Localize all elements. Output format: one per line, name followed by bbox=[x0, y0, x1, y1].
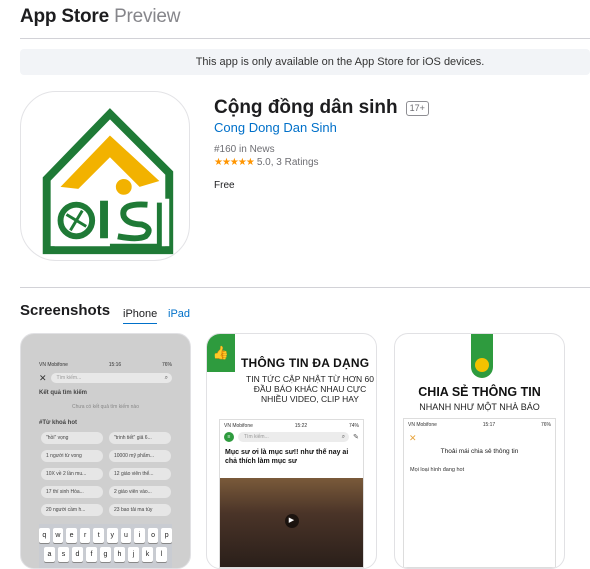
time-text: 15:16 bbox=[108, 362, 122, 368]
play-icon: ▶ bbox=[284, 513, 299, 528]
share-caption: Thoải mái chia sẻ thông tin bbox=[440, 448, 519, 455]
keyword-chip: "trinh tiết" giả 6... bbox=[109, 432, 171, 444]
app-title-text: Cộng đồng dân sinh bbox=[214, 97, 398, 118]
section-divider bbox=[20, 287, 590, 288]
key: o bbox=[147, 528, 159, 543]
status-bar: VN Mobifone 15:22 74% bbox=[220, 420, 363, 432]
key: p bbox=[161, 528, 172, 543]
key: e bbox=[66, 528, 77, 543]
carrier-text: VN Mobifone bbox=[224, 423, 253, 429]
search-bar: ≡ Tìm kiếm... ⌕ ✎ bbox=[220, 432, 363, 442]
key: s bbox=[58, 547, 69, 562]
star-rating-icon: ★★★★★ bbox=[214, 157, 255, 168]
app-logo-icon bbox=[42, 108, 174, 255]
key: r bbox=[79, 528, 91, 543]
keyword-chip: 10X về 2 lần mu... bbox=[41, 468, 103, 480]
age-rating-badge: 17+ bbox=[405, 100, 429, 116]
key: g bbox=[100, 547, 111, 562]
phone-frame: VN Mobifone 15:17 76% ✕ Thoải mái chia s… bbox=[403, 418, 556, 568]
search-placeholder: Tìm kiếm... bbox=[56, 375, 82, 381]
key: h bbox=[114, 547, 125, 562]
banner-text: This app is only available on the App St… bbox=[195, 56, 485, 68]
promo-title: THÔNG TIN ĐA DẠNG bbox=[241, 356, 370, 370]
developer-link[interactable]: Cong Dong Dan Sinh bbox=[214, 120, 337, 135]
promo-title: CHIA SẺ THÔNG TIN bbox=[418, 385, 541, 399]
keyword-chip: 17 thí sinh Hòa... bbox=[41, 486, 103, 498]
screenshots-heading: Screenshots bbox=[20, 302, 111, 319]
key: u bbox=[120, 528, 132, 543]
battery-text: 76% bbox=[161, 362, 172, 368]
promo-subtitle: NHANH NHƯ MỘT NHÀ BÁO bbox=[419, 402, 540, 412]
key: d bbox=[72, 547, 83, 562]
search-input: Tìm kiếm... ⌕ bbox=[50, 373, 172, 383]
app-title: Cộng đồng dân sinh 17+ bbox=[214, 97, 429, 119]
search-icon: ⌕ bbox=[341, 434, 346, 440]
hot-keywords-label: #Từ khoá hot bbox=[39, 420, 78, 426]
key: i bbox=[134, 528, 145, 543]
key: y bbox=[107, 528, 118, 543]
store-subtitle: Preview bbox=[114, 6, 181, 27]
app-icon bbox=[20, 91, 190, 261]
battery-text: 76% bbox=[540, 422, 551, 428]
ios-only-banner: This app is only available on the App St… bbox=[20, 49, 590, 75]
keyboard: q w e r t y u i o p a s d f g h j k l bbox=[39, 524, 172, 568]
keyword-chip: 20 người cầm h... bbox=[41, 504, 103, 516]
rating-row: ★★★★★ 5.0, 3 Ratings bbox=[214, 157, 319, 168]
screenshot-3[interactable]: CHIA SẺ THÔNG TIN NHANH NHƯ MỘT NHÀ BÁO … bbox=[394, 333, 565, 569]
keyword-chip: 23 bao tải ma túy bbox=[109, 504, 171, 516]
menu-icon: ≡ bbox=[224, 432, 234, 442]
search-bar: ✕ Tìm kiếm... ⌕ bbox=[39, 372, 172, 384]
reporter-hat-icon bbox=[471, 334, 493, 378]
video-thumbnail: ▶ bbox=[220, 478, 363, 567]
key: k bbox=[142, 547, 153, 562]
carrier-text: VN Mobifone bbox=[39, 362, 68, 368]
keyboard-row-1: q w e r t y u i o p bbox=[39, 528, 172, 543]
search-icon: ⌕ bbox=[164, 375, 168, 381]
page-header: App Store Preview bbox=[20, 6, 180, 28]
keyword-chips: "hồi" vọng "trinh tiết" giả 6... 1 người… bbox=[41, 432, 171, 516]
tab-iphone[interactable]: iPhone bbox=[123, 308, 158, 324]
share-row: Mọi loại hình đang hot bbox=[410, 467, 465, 473]
status-bar: VN Mobifone 15:17 76% bbox=[404, 419, 555, 431]
keyword-chip: 2 giáo viên vào... bbox=[109, 486, 171, 498]
time-text: 15:17 bbox=[482, 422, 496, 428]
battery-text: 74% bbox=[348, 423, 359, 429]
header-divider bbox=[20, 38, 590, 39]
store-brand[interactable]: App Store bbox=[20, 6, 109, 27]
chart-rank[interactable]: #160 in News bbox=[214, 144, 275, 155]
keyboard-row-2: a s d f g h j k l bbox=[39, 547, 172, 562]
keyword-chip: 12 giáo viên thể... bbox=[109, 468, 171, 480]
key: a bbox=[44, 547, 55, 562]
tab-ipad[interactable]: iPad bbox=[168, 308, 190, 320]
keyword-chip: 10000 mỹ phẩm... bbox=[109, 450, 171, 462]
status-bar: VN Mobifone 15:16 76% bbox=[39, 362, 172, 368]
key: q bbox=[39, 528, 50, 543]
time-text: 15:22 bbox=[294, 423, 308, 429]
key: t bbox=[93, 528, 104, 543]
carrier-text: VN Mobifone bbox=[408, 422, 437, 428]
edit-icon: ✎ bbox=[353, 434, 359, 441]
rating-text: 5.0, 3 Ratings bbox=[256, 157, 319, 168]
results-label: Kết quả tìm kiếm bbox=[39, 390, 88, 396]
key: f bbox=[86, 547, 97, 562]
promo-subtitle: TIN TỨC CẬP NHẬT TỪ HƠN 60 ĐẦU BÁO KHÁC … bbox=[246, 374, 374, 404]
keyword-chip: "hồi" vọng bbox=[41, 432, 103, 444]
screenshot-2[interactable]: 👍 THÔNG TIN ĐA DẠNG TIN TỨC CẬP NHẬT TỪ … bbox=[206, 333, 377, 569]
phone-frame: VN Mobifone 15:22 74% ≡ Tìm kiếm... ⌕ ✎ … bbox=[219, 419, 364, 568]
search-placeholder: Tìm kiếm... bbox=[244, 434, 269, 440]
thumbs-up-icon: 👍 bbox=[207, 334, 235, 372]
price-label: Free bbox=[214, 180, 235, 191]
empty-message: Chưa có kết quả tìm kiếm nào bbox=[72, 404, 139, 410]
news-headline: Mục sư ơi là mục sư!! như thế nay ai chả… bbox=[225, 449, 349, 465]
key: w bbox=[52, 528, 64, 543]
key: j bbox=[128, 547, 139, 562]
screenshot-1[interactable]: VN Mobifone 15:16 76% ✕ Tìm kiếm... ⌕ Kế… bbox=[20, 333, 191, 569]
key: l bbox=[156, 547, 167, 562]
close-icon: ✕ bbox=[409, 433, 417, 443]
keyword-chip: 1 người từ vong bbox=[41, 450, 103, 462]
close-icon: ✕ bbox=[39, 372, 47, 383]
search-input: Tìm kiếm... ⌕ bbox=[238, 432, 350, 442]
